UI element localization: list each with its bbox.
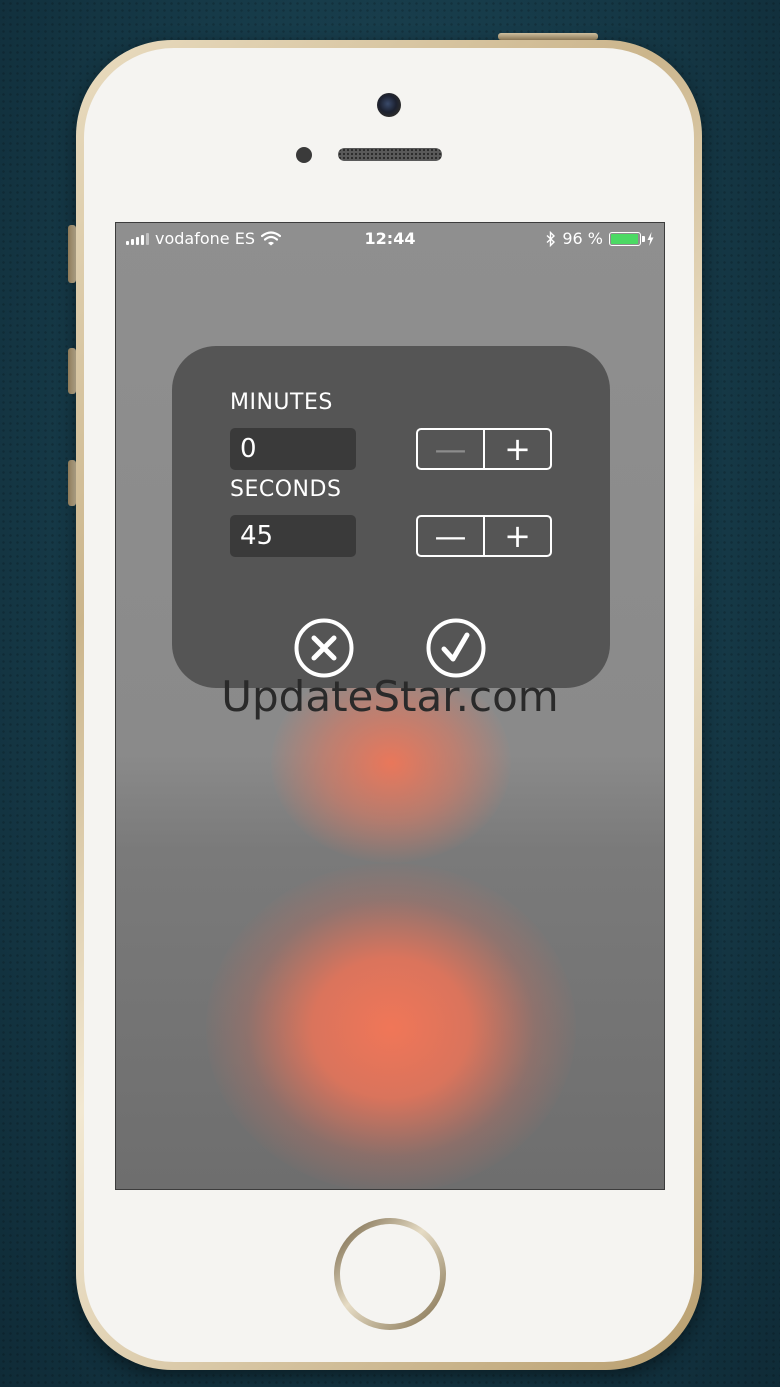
power-button (498, 33, 598, 40)
background-blur-glow-bottom (206, 863, 576, 1189)
home-button[interactable] (334, 1218, 446, 1330)
status-bar: vodafone ES 12:44 96 % (116, 223, 664, 255)
mute-switch (68, 225, 76, 283)
battery-fill (611, 233, 638, 244)
seconds-stepper: — + (416, 515, 552, 557)
battery-percent: 96 % (562, 229, 603, 248)
volume-up-button (68, 348, 76, 394)
earpiece-speaker (338, 148, 442, 161)
minutes-stepper: — + (416, 428, 552, 470)
bluetooth-icon (546, 230, 556, 247)
charging-icon (647, 231, 654, 246)
cancel-icon (294, 618, 354, 678)
proximity-sensor (296, 147, 312, 163)
confirm-button[interactable] (426, 618, 486, 678)
minutes-increment-button[interactable]: + (485, 430, 550, 468)
seconds-decrement-button[interactable]: — (418, 517, 485, 555)
cancel-button[interactable] (294, 618, 354, 678)
home-button-face (340, 1224, 440, 1324)
battery-icon (609, 231, 645, 246)
front-camera (377, 93, 401, 117)
minutes-decrement-button[interactable]: — (418, 430, 485, 468)
battery-cap (642, 235, 645, 242)
minutes-label: MINUTES (230, 390, 333, 415)
timer-dialog: MINUTES 0 — + SECONDS 45 — + (172, 346, 610, 688)
minutes-field[interactable]: 0 (230, 428, 356, 470)
seconds-increment-button[interactable]: + (485, 517, 550, 555)
seconds-field[interactable]: 45 (230, 515, 356, 557)
seconds-label: SECONDS (230, 477, 342, 502)
status-right: 96 % (546, 229, 654, 248)
watermark: UpdateStar.com (221, 672, 559, 721)
volume-down-button (68, 460, 76, 506)
confirm-icon (426, 618, 486, 678)
